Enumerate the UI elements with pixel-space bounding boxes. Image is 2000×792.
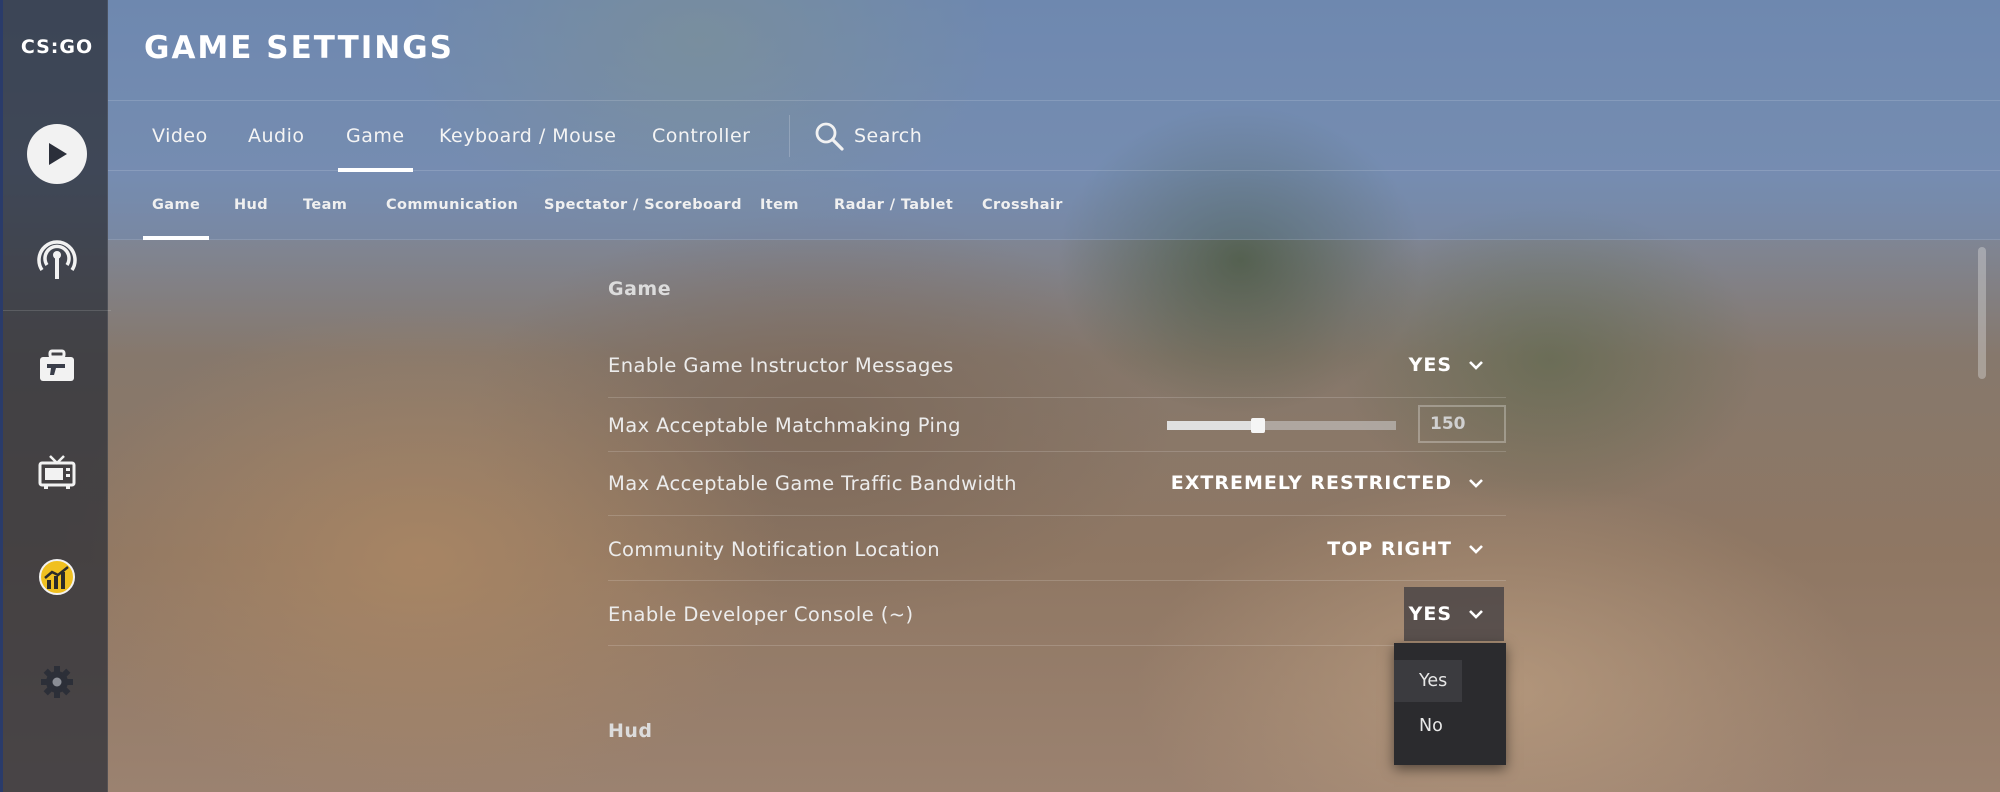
- page-title: GAME SETTINGS: [144, 30, 455, 66]
- briefcase-icon: [40, 349, 74, 381]
- main-nav-rail: CS:GO: [0, 0, 111, 792]
- setting-value: YES: [1408, 354, 1452, 376]
- inventory-button[interactable]: [3, 331, 111, 401]
- subtab-item[interactable]: Item: [760, 171, 799, 240]
- section-title-game: Game: [608, 278, 672, 300]
- settings-header: GAME SETTINGS Video Audio Game Keyboard …: [108, 0, 2000, 240]
- developer-console-dropdown-menu: Yes No: [1394, 643, 1506, 765]
- subtab-team[interactable]: Team: [303, 171, 347, 240]
- main-tabs: Video Audio Game Keyboard / Mouse Contro…: [108, 100, 2000, 172]
- broadcast-icon: [37, 240, 77, 279]
- subtab-crosshair[interactable]: Crosshair: [982, 171, 1063, 240]
- stats-icon: [39, 559, 75, 595]
- chevron-down-icon: [1469, 610, 1483, 619]
- dropdown-option-no[interactable]: No: [1394, 705, 1506, 747]
- setting-label: Max Acceptable Matchmaking Ping: [608, 414, 961, 437]
- search-label: Search: [854, 125, 923, 147]
- setting-value: TOP RIGHT: [1327, 538, 1452, 560]
- setting-value: EXTREMELY RESTRICTED: [1170, 472, 1452, 494]
- subtab-spectator-scoreboard[interactable]: Spectator / Scoreboard: [544, 171, 742, 240]
- tab-keyboard-mouse[interactable]: Keyboard / Mouse: [439, 101, 616, 171]
- tv-icon: [38, 455, 76, 489]
- settings-button[interactable]: [3, 647, 111, 717]
- chevron-down-icon: [1469, 361, 1483, 370]
- setting-row-developer-console: Enable Developer Console (~) YES: [608, 581, 1506, 646]
- subtab-hud[interactable]: Hud: [234, 171, 268, 240]
- section-title-hud: Hud: [608, 720, 653, 742]
- tab-controller[interactable]: Controller: [652, 101, 750, 171]
- setting-label: Enable Developer Console (~): [608, 603, 914, 626]
- search-button[interactable]: Search: [814, 101, 922, 171]
- rail-divider: [3, 310, 111, 311]
- tab-video[interactable]: Video: [152, 101, 208, 171]
- setting-label: Enable Game Instructor Messages: [608, 354, 954, 377]
- watch-button[interactable]: [3, 437, 111, 507]
- setting-dropdown-traffic-bandwidth[interactable]: EXTREMELY RESTRICTED: [1171, 472, 1484, 494]
- tab-separator: [789, 115, 790, 157]
- setting-row-notification-location: Community Notification Location TOP RIGH…: [608, 516, 1506, 581]
- setting-row-traffic-bandwidth: Max Acceptable Game Traffic Bandwidth EX…: [608, 452, 1506, 516]
- setting-dropdown-developer-console[interactable]: YES: [1409, 603, 1484, 625]
- ping-slider-fill: [1167, 421, 1256, 430]
- watch-broadcast-button[interactable]: [3, 224, 111, 294]
- chevron-down-icon: [1469, 545, 1483, 554]
- sub-tabs: Game Hud Team Communication Spectator / …: [108, 171, 2000, 240]
- setting-dropdown-instructor-messages[interactable]: YES: [1409, 354, 1484, 376]
- ping-slider-thumb[interactable]: [1251, 418, 1265, 433]
- play-button[interactable]: [3, 119, 111, 189]
- tab-audio[interactable]: Audio: [248, 101, 305, 171]
- dropdown-option-yes[interactable]: Yes: [1394, 660, 1462, 702]
- chevron-down-icon: [1469, 479, 1483, 488]
- setting-label: Max Acceptable Game Traffic Bandwidth: [608, 472, 1017, 495]
- setting-row-matchmaking-ping: Max Acceptable Matchmaking Ping 150: [608, 398, 1506, 452]
- gear-icon: [41, 666, 73, 698]
- search-icon: [815, 122, 844, 151]
- ping-slider[interactable]: [1167, 418, 1396, 433]
- setting-value: YES: [1408, 603, 1452, 625]
- play-icon: [49, 143, 67, 165]
- setting-dropdown-notification-location[interactable]: TOP RIGHT: [1327, 538, 1484, 560]
- ping-value-field[interactable]: 150: [1418, 405, 1506, 443]
- setting-row-instructor-messages: Enable Game Instructor Messages YES: [608, 336, 1506, 398]
- csgo-logo: CS:GO: [20, 36, 94, 58]
- subtab-radar-tablet[interactable]: Radar / Tablet: [834, 171, 953, 240]
- stats-button[interactable]: [3, 542, 111, 612]
- subtab-game[interactable]: Game: [142, 171, 210, 240]
- tab-game[interactable]: Game: [338, 101, 413, 172]
- content-scrollbar[interactable]: [1978, 247, 1986, 379]
- setting-label: Community Notification Location: [608, 538, 941, 561]
- subtab-communication[interactable]: Communication: [386, 171, 518, 240]
